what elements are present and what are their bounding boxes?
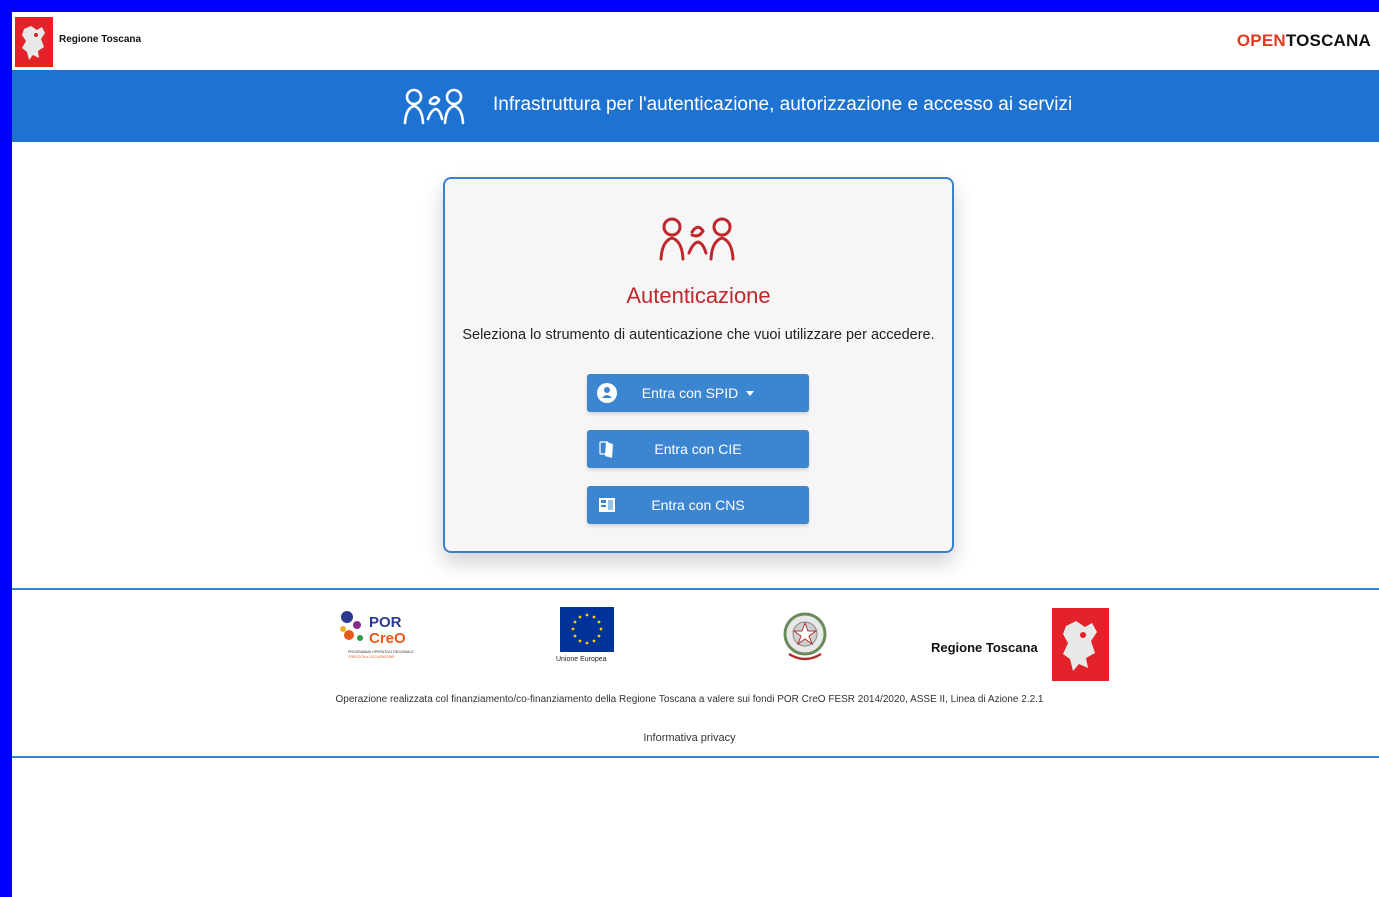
top-bar: Regione Toscana OPENTOSCANA [12,12,1379,70]
site-header: Infrastruttura per l'autenticazione, aut… [12,70,1379,142]
window-frame-left [0,0,12,897]
card-title: Autenticazione [626,283,771,308]
regione-toscana-logo[interactable] [15,17,53,67]
footer-region-name: Regione Toscana [931,640,1038,655]
opentoscana-logo[interactable]: OPENTOSCANA [1237,31,1371,51]
spid-label: Entra con SPID [641,385,739,401]
window-frame-top [0,0,1379,12]
brand-prefix: O [1236,31,1251,50]
footer-divider-top [12,588,1379,590]
users-group-icon [659,217,735,261]
svg-text:POR: POR [369,614,402,631]
svg-text:CRESCITA e OCCUPAZIONE: CRESCITA e OCCUPAZIONE [348,655,395,659]
italian-republic-emblem [783,606,827,668]
privacy-link[interactable]: Informativa privacy [0,732,1379,744]
login-cie-button[interactable]: Entra con CIE [587,430,809,468]
authentication-card: Autenticazione Seleziona lo strumento di… [443,177,954,553]
login-cns-button[interactable]: Entra con CNS [587,486,809,524]
card-description: Seleziona lo strumento di autenticazione… [462,327,935,343]
por-creo-logo: POR CreO PROGRAMMA OPERATIVO REGIONALE C… [335,605,415,665]
login-spid-button[interactable]: Entra con SPID [587,374,809,412]
header-title: Infrastruttura per l'autenticazione, aut… [493,94,1073,115]
cie-label: Entra con CIE [654,441,742,457]
cns-label: Entra con CNS [651,497,745,513]
eu-flag-logo [560,607,614,652]
svg-text:PROGRAMMA OPERATIVO REGIONALE: PROGRAMMA OPERATIVO REGIONALE [348,650,414,654]
brand-rest: TOSCANA [1285,31,1371,50]
regione-toscana-footer-logo [1052,608,1109,681]
brand-highlight: PEN [1250,31,1286,50]
caret-down-icon [746,391,755,396]
eu-label: Unione Europea [556,656,607,663]
users-group-icon [403,88,465,125]
funding-notice: Operazione realizzata col finanziamento/… [335,694,1044,705]
region-name: Regione Toscana [59,34,142,45]
footer-divider-bottom [12,756,1379,758]
svg-text:CreO: CreO [369,630,406,647]
